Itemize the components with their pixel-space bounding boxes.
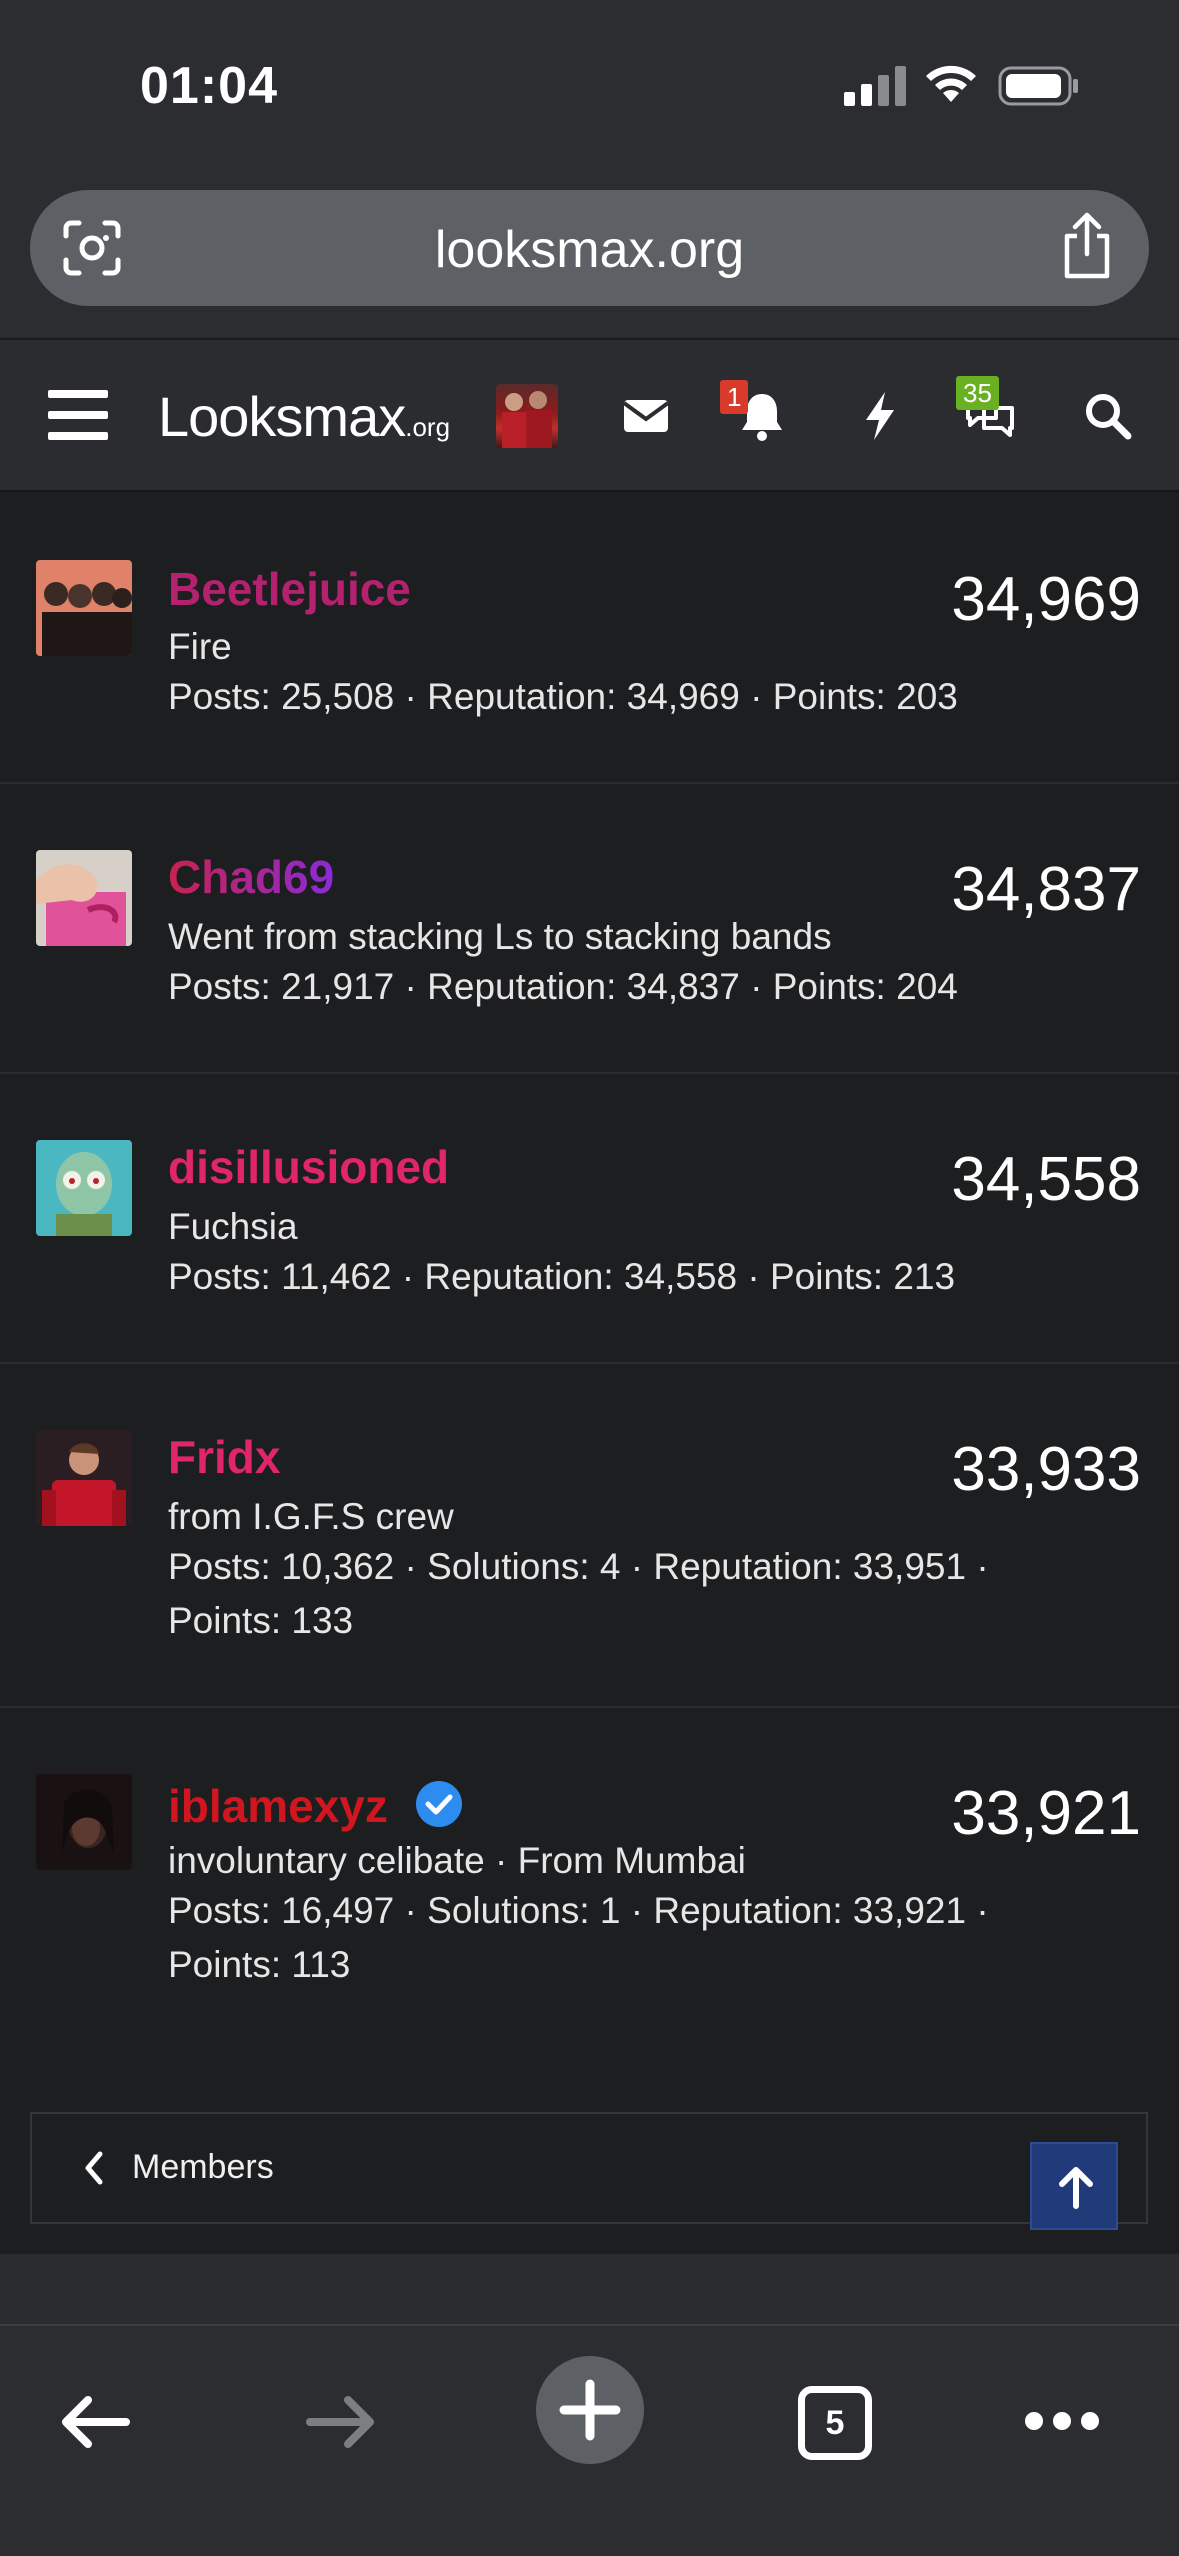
breadcrumb[interactable]: Members [30,2112,1148,2224]
member-row-disillusioned[interactable]: disillusioned Fuchsia Posts: 11,462 · Re… [0,1074,1179,1364]
member-stats-line: Posts: 16,497 · Solutions: 1 · Reputatio… [168,1890,989,1931]
share-icon[interactable] [1059,212,1115,280]
member-row-beetlejuice[interactable]: Beetlejuice Fire Posts: 25,508 · Reputat… [0,494,1179,784]
member-score: 33,921 [951,1779,1141,1848]
conversations-badge: 35 [956,376,999,410]
member-score: 34,837 [951,855,1141,924]
member-stats: Posts: 10,362 · Solutions: 4 · Reputatio… [168,1540,1068,1648]
member-title: Fire [168,626,232,667]
member-name[interactable]: Chad69 [168,850,334,904]
browser-address-area: looksmax.org [0,180,1179,340]
avatar[interactable] [36,850,132,946]
member-stats-line: Posts: 21,917 · Reputation: 34,837 · Poi… [168,966,958,1007]
back-icon[interactable] [58,2390,132,2454]
logo-suffix: .org [405,412,451,442]
avatar-image [36,560,132,656]
tabs-icon[interactable]: 5 [798,2386,872,2460]
member-stats-line: Points: 113 [168,1944,351,1985]
avatar-image [36,1774,132,1870]
member-title: Went from stacking Ls to stacking bands [168,916,832,957]
bolt-icon[interactable] [852,388,908,444]
member-stats: Posts: 25,508 · Reputation: 34,969 · Poi… [168,670,1068,724]
member-list: Beetlejuice Fire Posts: 25,508 · Reputat… [0,494,1179,2052]
page-footer-strip [0,2254,1179,2324]
browser-toolbar: 5 [0,2324,1179,2556]
status-time: 01:04 [140,57,278,115]
account-avatar-image [502,391,552,448]
member-title: from I.G.F.S crew [168,1496,454,1537]
signal-icon [844,66,906,106]
back-to-top-button[interactable] [1030,2142,1118,2230]
member-stats: Posts: 16,497 · Solutions: 1 · Reputatio… [168,1884,1068,1992]
avatar-image [36,1140,132,1236]
mail-icon[interactable] [618,388,674,444]
forward-icon[interactable] [304,2390,378,2454]
member-name[interactable]: iblamexyz [168,1774,463,1833]
member-stats-line: Points: 133 [168,1600,354,1641]
member-stats: Posts: 11,462 · Reputation: 34,558 · Poi… [168,1250,1068,1304]
site-header: Looksmax.org 1 35 [0,340,1179,492]
status-bar: 01:04 [0,0,1179,180]
logo-main: Looksmax [158,385,406,448]
wifi-icon [926,65,976,102]
member-score: 34,969 [951,565,1141,634]
avatar-image [36,850,132,946]
menu-icon[interactable] [48,390,108,442]
member-stats-line: Posts: 25,508 · Reputation: 34,969 · Poi… [168,676,958,717]
avatar-image [36,1430,132,1526]
chevron-left-icon [85,2151,103,2185]
member-name[interactable]: Beetlejuice [168,562,411,616]
avatar[interactable] [36,1774,132,1870]
member-stats-line: Posts: 10,362 · Solutions: 4 · Reputatio… [168,1546,989,1587]
member-row-fridx[interactable]: Fridx from I.G.F.S crew Posts: 10,362 · … [0,1364,1179,1708]
alerts-badge: 1 [720,380,749,414]
search-icon[interactable] [1080,388,1136,444]
member-title: involuntary celibate · From Mumbai [168,1840,746,1881]
member-title: Fuchsia [168,1206,298,1247]
member-score: 34,558 [951,1145,1141,1214]
battery-icon [998,66,1078,106]
avatar[interactable] [36,560,132,656]
more-icon[interactable] [1024,2406,1100,2436]
account-avatar[interactable] [496,384,558,448]
member-name[interactable]: disillusioned [168,1140,449,1194]
member-name-text: iblamexyz [168,1780,388,1832]
verified-icon [415,1781,462,1827]
member-name[interactable]: Fridx [168,1430,280,1484]
url-host: looksmax.org [434,221,745,279]
member-stats-line: Posts: 11,462 · Reputation: 34,558 · Poi… [168,1256,956,1297]
member-stats: Posts: 21,917 · Reputation: 34,837 · Poi… [168,960,1068,1014]
member-score: 33,933 [951,1435,1141,1504]
site-logo[interactable]: Looksmax.org [158,384,450,449]
avatar[interactable] [36,1430,132,1526]
member-name-text: Chad69 [168,851,335,903]
avatar[interactable] [36,1140,132,1236]
member-row-iblamexyz[interactable]: iblamexyz involuntary celibate · From Mu… [0,1708,1179,2052]
arrow-up-icon [1059,2167,1093,2209]
new-tab-icon[interactable] [536,2356,644,2464]
address-bar[interactable]: looksmax.org [30,190,1149,306]
breadcrumb-label[interactable]: Members [132,2148,274,2187]
member-row-chad69[interactable]: Chad69 Went from stacking Ls to stacking… [0,784,1179,1074]
